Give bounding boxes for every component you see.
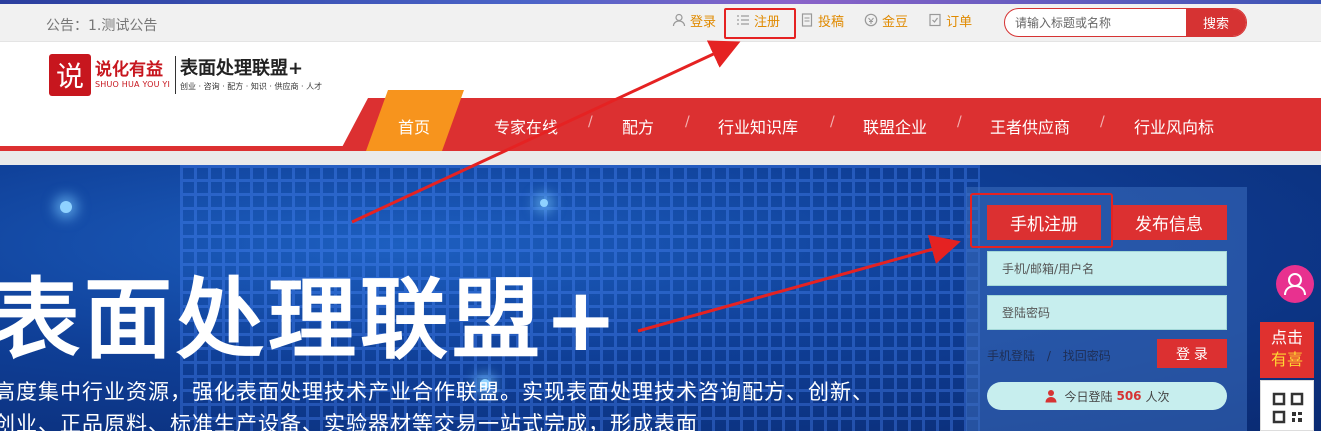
nav-item-companies[interactable]: 联盟企业	[863, 114, 927, 138]
banner-title: 表面处理联盟+	[0, 268, 622, 371]
coin-icon	[864, 13, 878, 27]
login-links: 手机登陆 / 找回密码	[987, 347, 1111, 364]
person-icon	[1045, 390, 1057, 403]
orders-link[interactable]: 订单	[928, 10, 972, 30]
nav-separator: /	[685, 114, 690, 130]
tab-publish-info[interactable]: 发布信息	[1111, 205, 1227, 240]
username-input[interactable]	[988, 252, 1226, 285]
document-icon	[801, 13, 813, 27]
person-outline-icon	[1284, 273, 1306, 296]
logo-mark-icon: 说	[49, 54, 91, 96]
logo-divider	[175, 56, 176, 94]
password-input[interactable]	[988, 296, 1226, 329]
search-box: 搜索	[1004, 8, 1247, 37]
search-button[interactable]: 搜索	[1186, 9, 1246, 36]
nav-item-knowledge[interactable]: 行业知识库	[718, 114, 798, 138]
glow-dot	[540, 199, 548, 207]
customer-service-avatar-icon[interactable]	[1276, 265, 1314, 303]
logo-brand-name: 说化有益	[95, 60, 163, 80]
nav-item-experts[interactable]: 专家在线	[494, 114, 558, 138]
nav-item-trends[interactable]: 行业风向标	[1134, 114, 1214, 138]
click-for-gift-button[interactable]: 点击 有喜	[1260, 322, 1314, 378]
top-links: 登录 注册 投稿 金豆 订单	[672, 10, 992, 30]
gold-beans-link[interactable]: 金豆	[864, 10, 908, 30]
today-count: 506	[1116, 389, 1142, 403]
today-login-count: 今日登陆 506 人次	[987, 382, 1227, 410]
qr-glyph	[1272, 392, 1304, 424]
register-highlight-box	[724, 8, 796, 39]
links-separator: /	[1046, 349, 1051, 363]
phone-login-link[interactable]: 手机登陆	[987, 349, 1035, 363]
user-icon	[672, 13, 686, 27]
nav-separator: /	[957, 114, 962, 130]
float-line1: 点击	[1270, 328, 1303, 347]
qr-code-icon[interactable]	[1260, 380, 1314, 431]
username-field-wrap	[987, 251, 1227, 286]
notice-text: 公告：1.测试公告	[46, 18, 158, 34]
today-prefix: 今日登陆	[1064, 389, 1113, 404]
register-tab-highlight-box	[970, 193, 1113, 248]
nav-separator: /	[1100, 114, 1105, 130]
glow-dot	[60, 201, 72, 213]
nav-item-suppliers[interactable]: 王者供应商	[990, 114, 1070, 138]
logo-brand-pinyin: SHUO HUA YOU YI	[95, 80, 171, 89]
gold-beans-label: 金豆	[882, 14, 909, 30]
nav-item-formula[interactable]: 配方	[622, 114, 654, 138]
login-link[interactable]: 登录	[672, 10, 716, 30]
nav-bottom-band	[0, 151, 1321, 165]
checklist-icon	[929, 13, 941, 27]
submit-article-link[interactable]: 投稿	[800, 10, 844, 30]
orders-label: 订单	[946, 14, 973, 30]
login-link-label: 登录	[690, 14, 717, 30]
submit-article-label: 投稿	[818, 14, 845, 30]
search-input[interactable]	[1015, 14, 1185, 32]
password-field-wrap	[987, 295, 1227, 330]
logo-title: 表面处理联盟+	[180, 58, 304, 79]
page: 公告：1.测试公告 登录 注册 投稿 金豆 订单 搜索 说 说化有益	[0, 0, 1321, 431]
login-button[interactable]: 登 录	[1157, 339, 1227, 368]
forgot-password-link[interactable]: 找回密码	[1063, 349, 1111, 363]
float-line2: 有喜	[1270, 350, 1303, 369]
today-suffix: 人次	[1145, 389, 1170, 404]
logo-subtitle: 创业 · 咨询 · 配方 · 知识 · 供应商 · 人才	[180, 82, 323, 91]
banner-description: 高度集中行业资源，强化表面处理技术产业合作联盟。实现表面处理技术咨询配方、创新、…	[0, 380, 874, 431]
nav-separator: /	[588, 114, 593, 130]
nav-separator: /	[830, 114, 835, 130]
site-logo[interactable]: 说 说化有益 SHUO HUA YOU YI 表面处理联盟+ 创业 · 咨询 ·…	[49, 54, 349, 98]
nav-home-label: 首页	[398, 118, 431, 137]
